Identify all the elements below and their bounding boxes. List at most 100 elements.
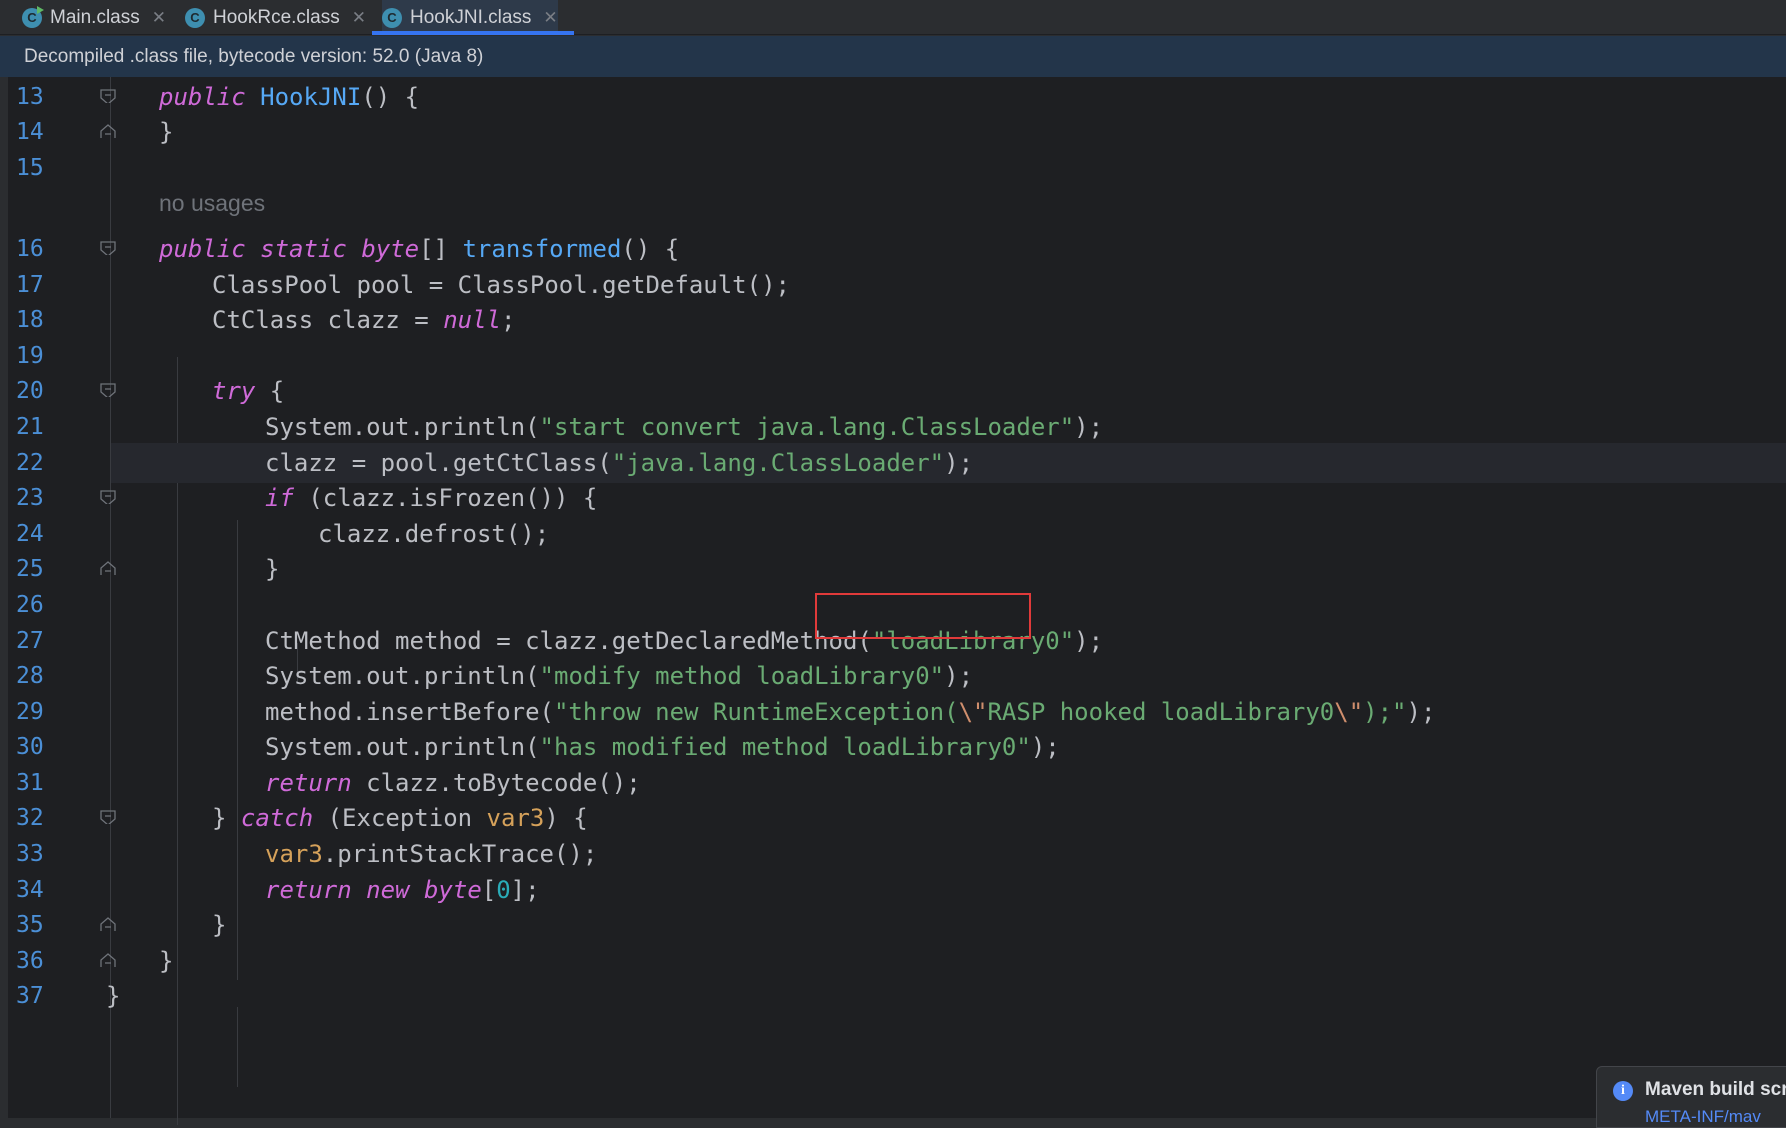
code-line[interactable]: }	[106, 976, 1786, 1016]
code-text: System.out.println("has modified method …	[265, 733, 1060, 761]
line-number: 20	[16, 378, 44, 404]
line-number: 29	[16, 699, 44, 725]
line-number: 16	[16, 236, 44, 262]
code-line[interactable]: public HookJNI() {	[111, 77, 1786, 117]
line-number: 21	[16, 414, 44, 440]
tab-hookjni-class[interactable]: C HookJNI.class ✕	[372, 0, 574, 35]
code-line[interactable]: ClassPool pool = ClassPool.getDefault();	[111, 265, 1786, 305]
code-text: if (clazz.isFrozen()) {	[265, 484, 598, 512]
code-line[interactable]: }	[111, 941, 1786, 981]
code-line[interactable]: }	[111, 112, 1786, 152]
line-number: 22	[16, 450, 44, 476]
line-number: 34	[16, 877, 44, 903]
line-number: 15	[16, 155, 44, 181]
code-text: ClassPool pool = ClassPool.getDefault();	[212, 271, 790, 299]
fold-collapse-icon[interactable]	[100, 383, 116, 397]
banner-text: Decompiled .class file, bytecode version…	[24, 45, 484, 67]
code-text: return new byte[0];	[265, 876, 540, 904]
line-number: 28	[16, 663, 44, 689]
code-text: return clazz.toBytecode();	[265, 769, 641, 797]
code-text: try {	[212, 377, 285, 405]
code-line[interactable]: var3.printStackTrace();	[111, 834, 1786, 874]
code-line[interactable]: System.out.println("modify method loadLi…	[111, 656, 1786, 696]
code-text: method.insertBefore("throw new RuntimeEx…	[265, 698, 1436, 726]
code-line[interactable]: public static byte[] transformed() {	[111, 229, 1786, 269]
code-line[interactable]: clazz.defrost();	[111, 514, 1786, 554]
fold-end-icon[interactable]	[100, 124, 116, 138]
tab-label: Main.class	[50, 6, 140, 28]
line-number: 19	[16, 343, 44, 369]
code-text: }	[159, 118, 174, 146]
line-number: 31	[16, 770, 44, 796]
code-line[interactable]: method.insertBefore("throw new RuntimeEx…	[111, 692, 1786, 732]
close-icon[interactable]: ✕	[352, 8, 366, 28]
fold-end-icon[interactable]	[100, 953, 116, 967]
code-text: System.out.println("modify method loadLi…	[265, 662, 974, 690]
code-text: public static byte[] transformed() {	[159, 235, 680, 263]
usages-hint[interactable]: no usages	[111, 183, 1786, 223]
code-text: clazz = pool.getCtClass("java.lang.Class…	[265, 449, 974, 477]
code-line[interactable]: }	[111, 905, 1786, 945]
code-text: }	[106, 982, 121, 1010]
code-text: clazz.defrost();	[318, 520, 550, 548]
line-number: 24	[16, 521, 44, 547]
line-number: 37	[16, 983, 44, 1009]
code-text: System.out.println("start convert java.l…	[265, 413, 1104, 441]
line-number: 13	[16, 84, 44, 110]
line-number: 18	[16, 307, 44, 333]
code-line[interactable]	[111, 336, 1786, 376]
decompiled-banner: Decompiled .class file, bytecode version…	[0, 36, 1786, 77]
line-number: 27	[16, 628, 44, 654]
class-run-icon: C	[22, 5, 44, 28]
code-line[interactable]: System.out.println("start convert java.l…	[111, 407, 1786, 447]
fold-collapse-icon[interactable]	[100, 810, 116, 824]
tab-label: HookRce.class	[213, 6, 340, 28]
code-text: var3.printStackTrace();	[265, 840, 598, 868]
editor-left-strip	[0, 77, 8, 1118]
code-editor[interactable]: public HookJNI() {} public static byte[] …	[0, 77, 1786, 1128]
code-line[interactable]: if (clazz.isFrozen()) {	[111, 478, 1786, 518]
maven-notification[interactable]: i Maven build scr META-INF/mav	[1596, 1066, 1786, 1128]
class-icon: C	[382, 7, 402, 28]
code-line[interactable]: } catch (Exception var3) {	[111, 798, 1786, 838]
line-number: 17	[16, 272, 44, 298]
fold-end-icon[interactable]	[100, 917, 116, 931]
fold-end-icon[interactable]	[100, 561, 116, 575]
notification-link[interactable]: META-INF/mav	[1645, 1107, 1761, 1127]
line-number: 36	[16, 948, 44, 974]
close-icon[interactable]: ✕	[543, 8, 557, 28]
code-line[interactable]: return clazz.toBytecode();	[111, 763, 1786, 803]
line-number: 23	[16, 485, 44, 511]
code-text: } catch (Exception var3) {	[212, 804, 588, 832]
info-icon: i	[1613, 1081, 1633, 1101]
code-text: CtClass clazz = null;	[212, 306, 516, 334]
code-line[interactable]: clazz = pool.getCtClass("java.lang.Class…	[111, 443, 1786, 483]
code-text: }	[265, 555, 280, 583]
highlight-box	[815, 593, 1031, 639]
tab-main-class[interactable]: C Main.class ✕	[22, 0, 166, 35]
code-line[interactable]: System.out.println("has modified method …	[111, 727, 1786, 767]
fold-collapse-icon[interactable]	[100, 490, 116, 504]
code-line[interactable]: try {	[111, 371, 1786, 411]
tab-hookrce-class[interactable]: C HookRce.class ✕	[185, 0, 366, 35]
tab-label: HookJNI.class	[410, 6, 532, 28]
class-icon: C	[185, 7, 205, 28]
code-line[interactable]: CtClass clazz = null;	[111, 300, 1786, 340]
code-line[interactable]	[111, 148, 1786, 188]
indent-guide	[237, 1007, 238, 1087]
code-text: }	[212, 911, 227, 939]
line-number: 33	[16, 841, 44, 867]
code-line[interactable]: }	[111, 549, 1786, 589]
line-number: 32	[16, 805, 44, 831]
code-line[interactable]: return new byte[0];	[111, 870, 1786, 910]
line-number: 25	[16, 556, 44, 582]
notification-title: Maven build scr	[1645, 1079, 1786, 1100]
editor-tab-bar: C Main.class ✕ C HookRce.class ✕ C HookJ…	[0, 0, 1786, 35]
line-number: 35	[16, 912, 44, 938]
fold-collapse-icon[interactable]	[100, 89, 116, 103]
code-text: public HookJNI() {	[159, 83, 420, 111]
line-number: 30	[16, 734, 44, 760]
close-icon[interactable]: ✕	[152, 8, 166, 28]
fold-collapse-icon[interactable]	[100, 241, 116, 255]
code-text: }	[159, 947, 174, 975]
